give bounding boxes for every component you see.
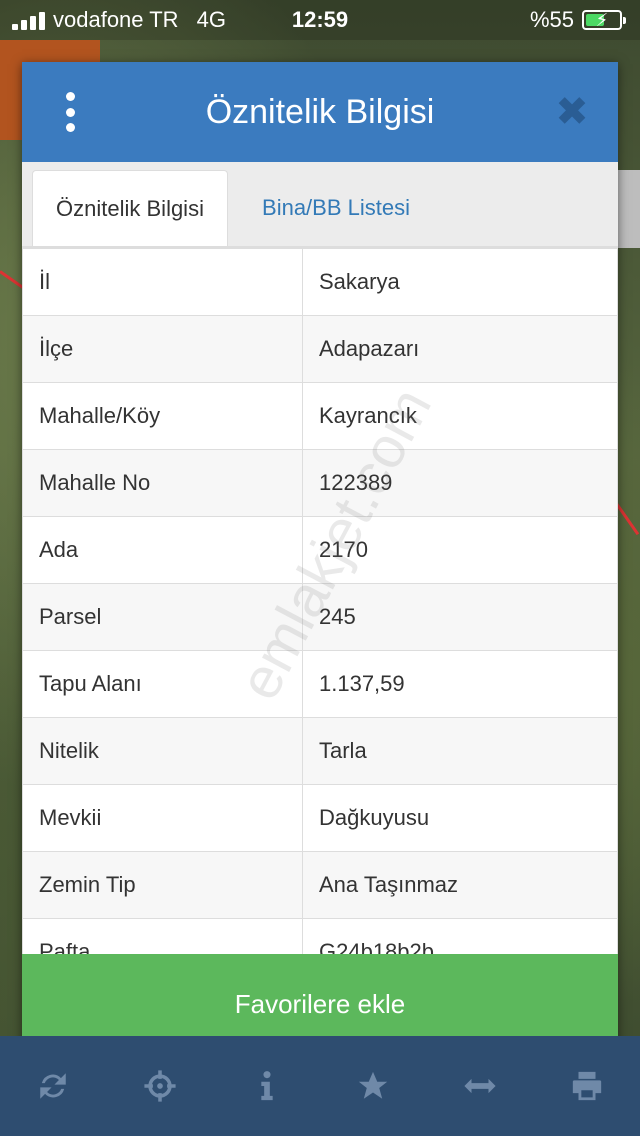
attribute-key: Nitelik — [22, 717, 303, 785]
attribute-value: Adapazarı — [302, 315, 618, 383]
attribute-table: İl Sakarya İlçe Adapazarı Mahalle/Köy Kayranc… — [22, 248, 618, 956]
attribute-value: 122389 — [302, 449, 618, 517]
table-row: Pafta G24b18b2b — [22, 918, 618, 956]
charging-icon: ⚡ — [595, 10, 609, 30]
table-row: Mahalle/Köy Kayrancık — [22, 382, 618, 450]
attribute-key: Mahalle/Köy — [22, 382, 303, 450]
attribute-key: Tapu Alanı — [22, 650, 303, 718]
attribute-value: Tarla — [302, 717, 618, 785]
tab-building-list[interactable]: Bina/BB Listesi — [236, 170, 436, 246]
close-icon[interactable]: ✖ — [552, 92, 592, 132]
attribute-key: Mahalle No — [22, 449, 303, 517]
dialog-title: Öznitelik Bilgisi — [205, 92, 435, 131]
attribute-key: Mevkii — [22, 784, 303, 852]
table-row: Ada 2170 — [22, 516, 618, 584]
print-icon[interactable] — [557, 1056, 617, 1116]
attribute-value: 245 — [302, 583, 618, 651]
attribute-value: G24b18b2b — [302, 918, 618, 956]
attribute-key: Pafta — [22, 918, 303, 956]
tab-attribute-info[interactable]: Öznitelik Bilgisi — [32, 170, 228, 246]
attribute-key: Parsel — [22, 583, 303, 651]
table-row: Zemin Tip Ana Taşınmaz — [22, 851, 618, 919]
table-row: İlçe Adapazarı — [22, 315, 618, 383]
bottom-toolbar — [0, 1036, 640, 1136]
table-row: Tapu Alanı 1.137,59 — [22, 650, 618, 718]
refresh-icon[interactable] — [23, 1056, 83, 1116]
battery-status: %55 ⚡ — [529, 7, 626, 33]
attribute-table-container[interactable]: İl Sakarya İlçe Adapazarı Mahalle/Köy Kayranc… — [22, 248, 618, 956]
status-bar: vodafone TR 4G 12:59 %55 ⚡ — [0, 0, 640, 40]
signal-icon — [12, 10, 45, 30]
menu-icon[interactable] — [56, 92, 84, 132]
attribute-key: Ada — [22, 516, 303, 584]
attribute-dialog: Öznitelik Bilgisi ✖ Öznitelik Bilgisi Bi… — [22, 62, 618, 1054]
info-icon[interactable] — [237, 1056, 297, 1116]
star-icon[interactable] — [343, 1056, 403, 1116]
map-feature — [618, 170, 640, 248]
dialog-header: Öznitelik Bilgisi ✖ — [22, 62, 618, 162]
table-row: Parsel 245 — [22, 583, 618, 651]
battery-percent: %55 — [529, 7, 574, 32]
attribute-key: Zemin Tip — [22, 851, 303, 919]
attribute-value: 2170 — [302, 516, 618, 584]
table-row: İl Sakarya — [22, 248, 618, 316]
attribute-value: Dağkuyusu — [302, 784, 618, 852]
measure-icon[interactable] — [450, 1056, 510, 1116]
tab-bar: Öznitelik Bilgisi Bina/BB Listesi — [22, 162, 618, 248]
attribute-key: İl — [22, 248, 303, 316]
attribute-value: Kayrancık — [302, 382, 618, 450]
crosshair-icon[interactable] — [130, 1056, 190, 1116]
attribute-key: İlçe — [22, 315, 303, 383]
battery-icon: ⚡ — [582, 10, 626, 30]
table-row: Mevkii Dağkuyusu — [22, 784, 618, 852]
network-type: 4G — [196, 7, 226, 32]
table-row: Mahalle No 122389 — [22, 449, 618, 517]
carrier-name: vodafone TR — [53, 7, 179, 32]
attribute-value: 1.137,59 — [302, 650, 618, 718]
attribute-value: Sakarya — [302, 248, 618, 316]
table-row: Nitelik Tarla — [22, 717, 618, 785]
attribute-value: Ana Taşınmaz — [302, 851, 618, 919]
